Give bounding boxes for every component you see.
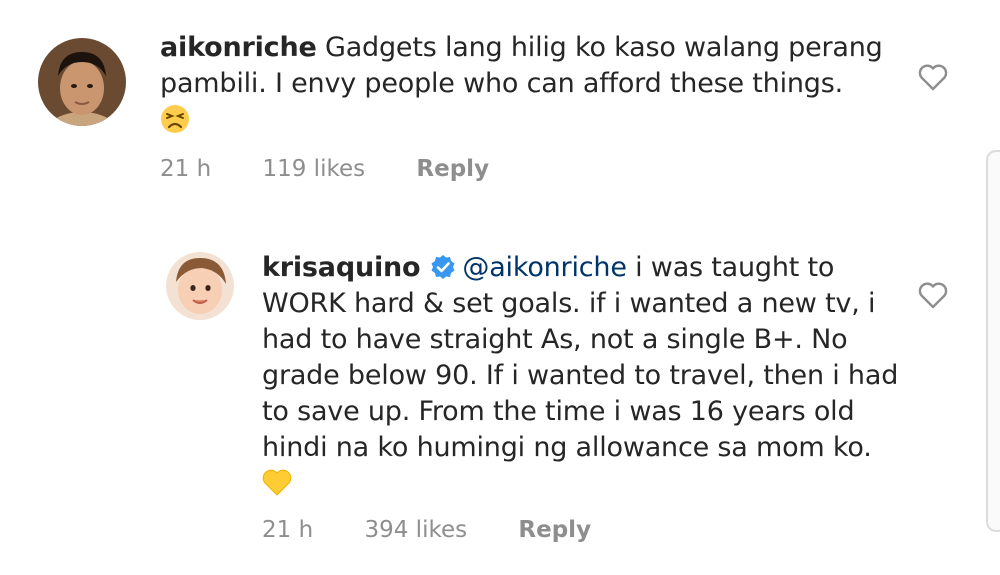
comment-likes[interactable]: 394 likes	[364, 517, 467, 543]
comment-time: 21 h	[160, 156, 212, 182]
comment-meta: 21 h 119 likes Reply	[160, 156, 533, 182]
persevering-face-emoji-icon	[161, 105, 189, 133]
comment-body: krisaquino @aikonriche i was taught to W…	[262, 250, 902, 502]
comment-text: i was taught to WORK hard & set goals. i…	[262, 252, 899, 463]
comment-meta: 21 h 394 likes Reply	[262, 517, 635, 543]
avatar[interactable]	[38, 38, 126, 126]
comment-text-block: krisaquino @aikonriche i was taught to W…	[262, 250, 902, 502]
reply-button[interactable]: Reply	[518, 517, 591, 543]
comment-username[interactable]: aikonriche	[160, 32, 317, 63]
reply-button[interactable]: Reply	[416, 156, 489, 182]
comment-body: aikonriche Gadgets lang hilig ko kaso wa…	[160, 30, 890, 138]
comment-time: 21 h	[262, 517, 314, 543]
avatar[interactable]	[166, 252, 234, 320]
like-heart-icon[interactable]	[918, 281, 948, 309]
comment-likes[interactable]: 119 likes	[262, 156, 365, 182]
like-heart-icon[interactable]	[918, 63, 948, 91]
mention-link[interactable]: @aikonriche	[462, 252, 627, 283]
yellow-heart-emoji-icon	[262, 469, 292, 496]
scrollbar[interactable]	[986, 150, 1000, 532]
verified-badge-icon	[431, 255, 455, 279]
avatar-photo	[166, 252, 234, 320]
comment-username[interactable]: krisaquino	[262, 252, 421, 283]
comment-text-block: aikonriche Gadgets lang hilig ko kaso wa…	[160, 30, 890, 138]
avatar-photo	[38, 38, 126, 126]
